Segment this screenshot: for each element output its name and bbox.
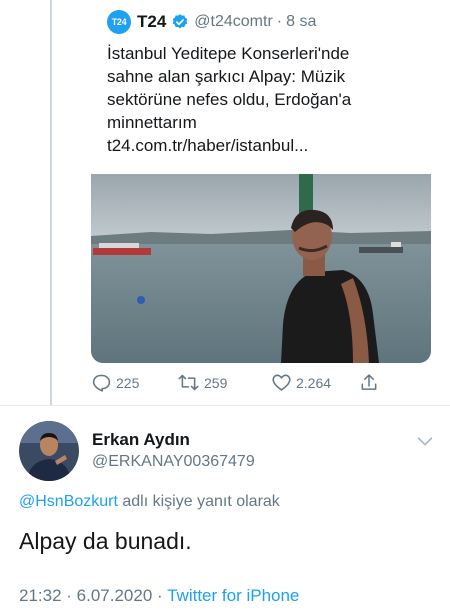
tweet-text: Alpay da bunadı. xyxy=(19,528,192,554)
divider xyxy=(0,405,450,406)
like-count: 2.264 xyxy=(296,374,332,391)
meta-separator: · xyxy=(61,586,77,605)
quoted-separator: · xyxy=(276,13,283,30)
tweet-date: 6.07.2020 xyxy=(76,586,153,605)
quoted-author-name[interactable]: T24 xyxy=(137,12,166,32)
meta-separator: · xyxy=(152,586,168,605)
verified-badge-icon xyxy=(173,14,188,29)
quoted-action-bar: 225 259 2.264 xyxy=(91,372,391,396)
like-action[interactable]: 2.264 xyxy=(271,372,331,393)
quoted-avatar[interactable]: T24 xyxy=(107,10,131,34)
avatar[interactable] xyxy=(19,421,79,481)
quoted-tweet-text: İstanbul Yeditepe Konserleri'nde sahne a… xyxy=(107,42,425,157)
retweet-icon xyxy=(178,374,199,391)
reply-action[interactable]: 225 xyxy=(91,372,139,393)
reply-mention-link[interactable]: @HsnBozkurt xyxy=(19,493,118,510)
author-name[interactable]: Erkan Aydın xyxy=(92,430,190,450)
reply-icon xyxy=(92,374,111,392)
tweet-meta: 21:32 · 6.07.2020 · Twitter for iPhone xyxy=(19,586,299,606)
like-icon xyxy=(272,374,291,391)
chevron-down-icon[interactable] xyxy=(414,430,436,452)
retweet-count: 259 xyxy=(204,374,228,391)
quoted-timestamp: 8 sa xyxy=(286,13,317,30)
avatar-image xyxy=(19,421,79,481)
quoted-text-line: sahne alan şarkıcı Alpay: Müzik xyxy=(107,67,346,86)
thread-line xyxy=(50,0,52,405)
quoted-link[interactable]: t24.com.tr/haber/istanbul... xyxy=(107,134,425,157)
quoted-text-line: İstanbul Yeditepe Konserleri'nde xyxy=(107,44,350,63)
quoted-tweet-header: T24 T24 @t24comtr · 8 sa xyxy=(107,10,316,34)
tweet-source-link[interactable]: Twitter for iPhone xyxy=(167,586,299,605)
share-action[interactable] xyxy=(359,372,379,393)
quoted-author-handle[interactable]: @t24comtr xyxy=(194,13,272,31)
quoted-tweet-photo[interactable] xyxy=(91,174,431,363)
retweet-action[interactable]: 259 xyxy=(177,372,227,393)
quoted-text-line: sektörüne nefes oldu, Erdoğan'a xyxy=(107,90,352,109)
quoted-text-line: minnettarım xyxy=(107,113,197,132)
tweet-time: 21:32 xyxy=(19,586,62,605)
reply-context-label: adlı kişiye yanıt olarak xyxy=(117,493,280,510)
photo-illustration xyxy=(91,174,431,363)
reply-context: @HsnBozkurt adlı kişiye yanıt olarak xyxy=(19,493,280,511)
author-handle[interactable]: @ERKANAY00367479 xyxy=(92,453,255,471)
share-icon xyxy=(361,374,377,390)
reply-count: 225 xyxy=(116,374,140,391)
